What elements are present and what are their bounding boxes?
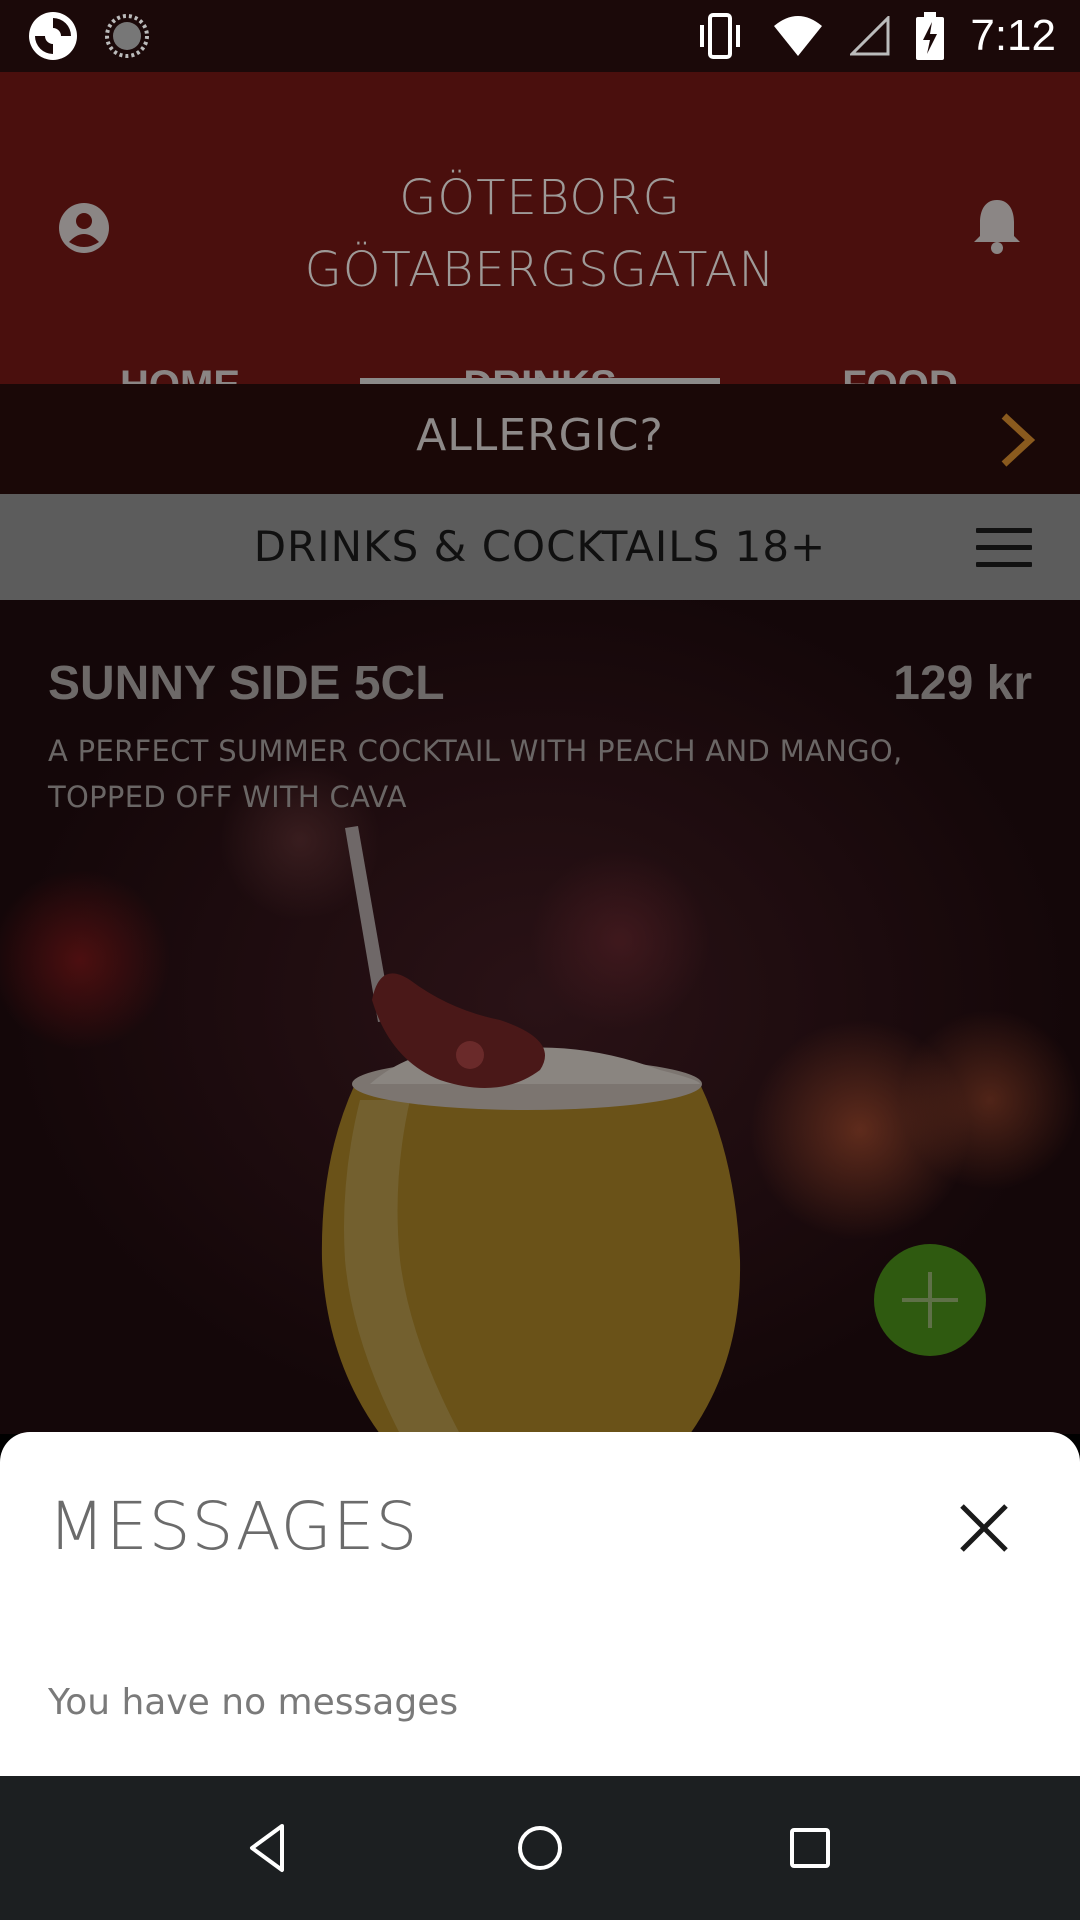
product-name: SUNNY SIDE 5CL	[48, 657, 445, 710]
location-title[interactable]: GÖTEBORG GÖTABERGSGATAN	[240, 162, 840, 306]
status-bar: 7:12	[0, 0, 1080, 72]
add-to-cart-button[interactable]	[874, 1244, 986, 1356]
recents-icon[interactable]	[782, 1820, 838, 1876]
bell-icon[interactable]	[970, 196, 1024, 256]
wifi-icon	[772, 14, 824, 58]
messages-empty-text: You have no messages	[48, 1682, 459, 1723]
product-card[interactable]: SUNNY SIDE 5CL 129 kr A PERFECT SUMMER C…	[0, 600, 1080, 1434]
back-icon[interactable]	[242, 1820, 298, 1876]
messages-title: MESSAGES	[48, 1488, 419, 1565]
category-label: DRINKS & COCKTAILS 18+	[253, 522, 827, 571]
location-street: GÖTABERGSGATAN	[304, 242, 776, 298]
menu-icon[interactable]	[976, 528, 1032, 568]
home-icon[interactable]	[512, 1820, 568, 1876]
allergic-label: ALLERGIC?	[416, 410, 664, 461]
plus-icon	[902, 1272, 958, 1328]
sync-icon	[105, 14, 149, 58]
app-header: GÖTEBORG GÖTABERGSGATAN HOME DRINKS FOOD	[0, 72, 1080, 407]
location-city: GÖTEBORG	[399, 170, 681, 226]
status-time: 7:12	[970, 11, 1056, 60]
vibrate-icon	[694, 13, 746, 59]
cell-signal-icon	[850, 16, 890, 56]
product-description: A PERFECT SUMMER COCKTAIL WITH PEACH AND…	[48, 734, 903, 814]
category-bar: DRINKS & COCKTAILS 18+	[0, 494, 1080, 600]
profile-icon[interactable]	[58, 202, 110, 254]
battery-charging-icon	[916, 12, 945, 60]
close-icon[interactable]	[958, 1502, 1010, 1554]
product-price: 129 kr	[893, 657, 1032, 710]
app-logo-icon	[29, 12, 77, 60]
system-nav-bar	[0, 1776, 1080, 1920]
chevron-right-icon	[1001, 413, 1036, 467]
messages-sheet: MESSAGES You have no messages	[0, 1432, 1080, 1776]
allergic-bar[interactable]: ALLERGIC?	[0, 384, 1080, 494]
